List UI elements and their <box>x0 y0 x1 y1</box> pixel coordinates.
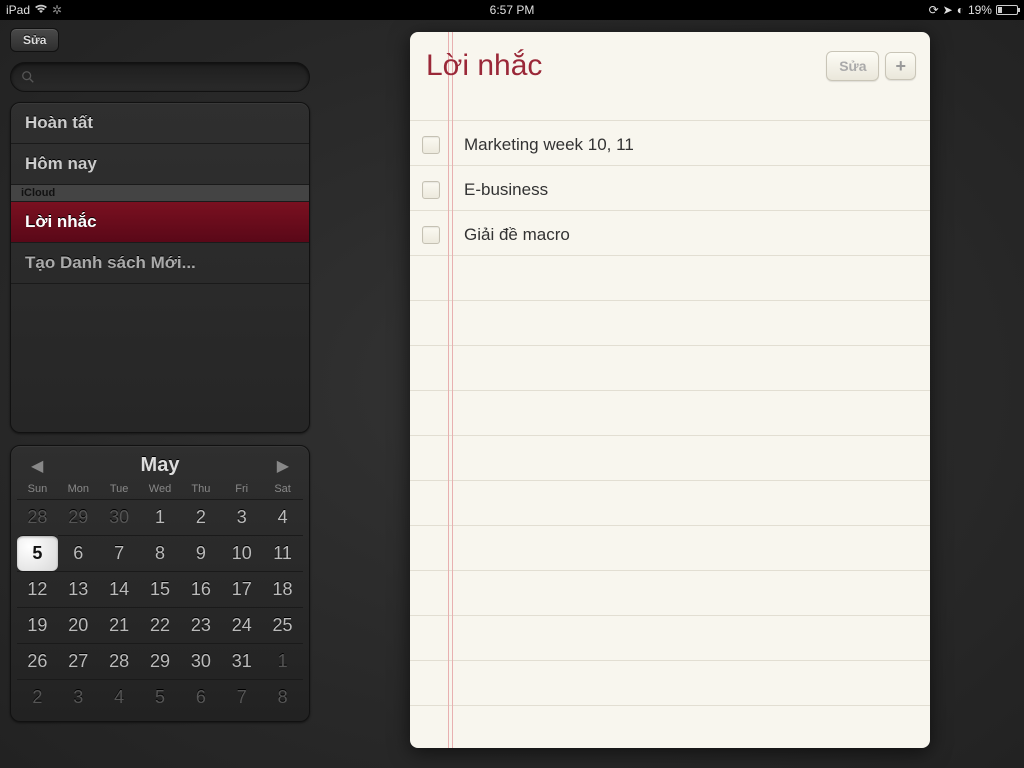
sidebar-item-completed[interactable]: Hoàn tất <box>11 103 309 144</box>
calendar-day-cell[interactable]: 5 <box>140 679 181 715</box>
search-icon <box>21 70 35 84</box>
calendar-day-cell[interactable]: 6 <box>180 679 221 715</box>
reminder-text: Giải đề macro <box>464 225 570 245</box>
sidebar-edit-button[interactable]: Sửa <box>10 28 59 52</box>
calendar-day-cell[interactable]: 1 <box>140 499 181 535</box>
sidebar-item-today[interactable]: Hôm nay <box>11 144 309 185</box>
calendar-day-cell[interactable]: 9 <box>180 535 221 571</box>
reminder-checkbox[interactable] <box>422 226 440 244</box>
calendar-prev-button[interactable]: ◀ <box>23 456 51 476</box>
calendar-day-cell[interactable]: 4 <box>262 499 303 535</box>
calendar-day-cell[interactable]: 28 <box>99 643 140 679</box>
list-spacer <box>11 284 309 432</box>
reminder-checkbox[interactable] <box>422 136 440 154</box>
reminder-row[interactable]: Marketing week 10, 11 <box>410 122 930 167</box>
calendar-day-cell[interactable]: 7 <box>221 679 262 715</box>
search-field[interactable] <box>41 69 299 85</box>
calendar-day-cell[interactable]: 31 <box>221 643 262 679</box>
calendar-dow-cell: Wed <box>140 483 181 495</box>
calendar-dow-cell: Mon <box>58 483 99 495</box>
calendar-day-cell[interactable]: 10 <box>221 535 262 571</box>
reminders-note: Lời nhắc Sửa + Marketing week 10, 11 E-bu… <box>410 32 930 748</box>
calendar-day-cell[interactable]: 7 <box>99 535 140 571</box>
reminder-text: Marketing week 10, 11 <box>464 135 634 155</box>
calendar-day-cell[interactable]: 29 <box>58 499 99 535</box>
calendar-day-cell[interactable]: 12 <box>17 571 58 607</box>
calendar-dow-cell: Thu <box>180 483 221 495</box>
device-label: iPad <box>6 3 30 17</box>
calendar-day-cell[interactable]: 2 <box>17 679 58 715</box>
calendar-day-cell[interactable]: 23 <box>180 607 221 643</box>
reminder-checkbox[interactable] <box>422 181 440 199</box>
reminder-row[interactable]: Giải đề macro <box>410 212 930 257</box>
calendar-day-cell[interactable]: 13 <box>58 571 99 607</box>
calendar-day-cell[interactable]: 3 <box>58 679 99 715</box>
calendar-dow-row: SunMonTueWedThuFriSat <box>17 483 303 499</box>
calendar-month-label: May <box>141 454 180 477</box>
note-add-button[interactable]: + <box>885 52 916 80</box>
search-input[interactable] <box>10 62 310 92</box>
mini-calendar: ◀ May ▶ SunMonTueWedThuFriSat 2829301234… <box>10 445 310 722</box>
alarm-icon: ◐ <box>957 3 964 17</box>
note-header: Lời nhắc Sửa + <box>410 32 930 94</box>
note-title: Lời nhắc <box>424 49 820 83</box>
calendar-day-cell[interactable]: 16 <box>180 571 221 607</box>
calendar-day-cell[interactable]: 15 <box>140 571 181 607</box>
calendar-grid: 2829301234567891011121314151617181920212… <box>17 499 303 715</box>
wifi-icon <box>34 3 48 17</box>
note-edit-button[interactable]: Sửa <box>826 51 879 81</box>
reminders-list: Marketing week 10, 11 E-business Giải đề m… <box>410 122 930 257</box>
calendar-day-cell[interactable]: 28 <box>17 499 58 535</box>
calendar-day-cell[interactable]: 2 <box>180 499 221 535</box>
calendar-day-cell[interactable]: 26 <box>17 643 58 679</box>
calendar-day-cell[interactable]: 17 <box>221 571 262 607</box>
battery-percent: 19% <box>968 3 992 17</box>
list-panel: Hoàn tất Hôm nay iCloud Lời nhắc Tạo Dan… <box>10 102 310 433</box>
calendar-day-cell[interactable]: 4 <box>99 679 140 715</box>
calendar-day-cell[interactable]: 8 <box>262 679 303 715</box>
calendar-day-cell[interactable]: 21 <box>99 607 140 643</box>
sidebar-item-create-list[interactable]: Tạo Danh sách Mới... <box>11 243 309 284</box>
sidebar-item-reminders[interactable]: Lời nhắc <box>11 202 309 243</box>
calendar-dow-cell: Tue <box>99 483 140 495</box>
sidebar: Sửa Hoàn tất Hôm nay iCloud Lời nhắc Tạo… <box>0 20 320 768</box>
calendar-day-cell[interactable]: 24 <box>221 607 262 643</box>
calendar-next-button[interactable]: ▶ <box>269 456 297 476</box>
calendar-day-cell[interactable]: 30 <box>99 499 140 535</box>
reminder-row[interactable]: E-business <box>410 167 930 212</box>
calendar-day-cell[interactable]: 6 <box>58 535 99 571</box>
calendar-day-cell[interactable]: 29 <box>140 643 181 679</box>
calendar-day-cell[interactable]: 5 <box>17 535 58 571</box>
battery-icon <box>996 5 1018 15</box>
calendar-day-cell[interactable]: 27 <box>58 643 99 679</box>
reminder-text: E-business <box>464 180 548 200</box>
calendar-day-cell[interactable]: 1 <box>262 643 303 679</box>
location-icon: ➤ <box>943 3 953 17</box>
calendar-dow-cell: Sat <box>262 483 303 495</box>
calendar-day-cell[interactable]: 8 <box>140 535 181 571</box>
calendar-dow-cell: Sun <box>17 483 58 495</box>
calendar-day-cell[interactable]: 20 <box>58 607 99 643</box>
loading-icon: ✲ <box>52 3 62 17</box>
calendar-dow-cell: Fri <box>221 483 262 495</box>
calendar-day-cell[interactable]: 19 <box>17 607 58 643</box>
status-time: 6:57 PM <box>343 3 680 17</box>
calendar-day-cell[interactable]: 18 <box>262 571 303 607</box>
calendar-day-cell[interactable]: 3 <box>221 499 262 535</box>
orientation-lock-icon: ⟳ <box>929 3 939 17</box>
calendar-day-cell[interactable]: 14 <box>99 571 140 607</box>
status-bar: iPad ✲ 6:57 PM ⟳ ➤ ◐ 19% <box>0 0 1024 20</box>
calendar-day-cell[interactable]: 11 <box>262 535 303 571</box>
calendar-day-cell[interactable]: 30 <box>180 643 221 679</box>
calendar-day-cell[interactable]: 22 <box>140 607 181 643</box>
calendar-day-cell[interactable]: 25 <box>262 607 303 643</box>
note-wrapper: Lời nhắc Sửa + Marketing week 10, 11 E-bu… <box>320 20 1024 768</box>
sidebar-section-icloud: iCloud <box>11 185 309 202</box>
